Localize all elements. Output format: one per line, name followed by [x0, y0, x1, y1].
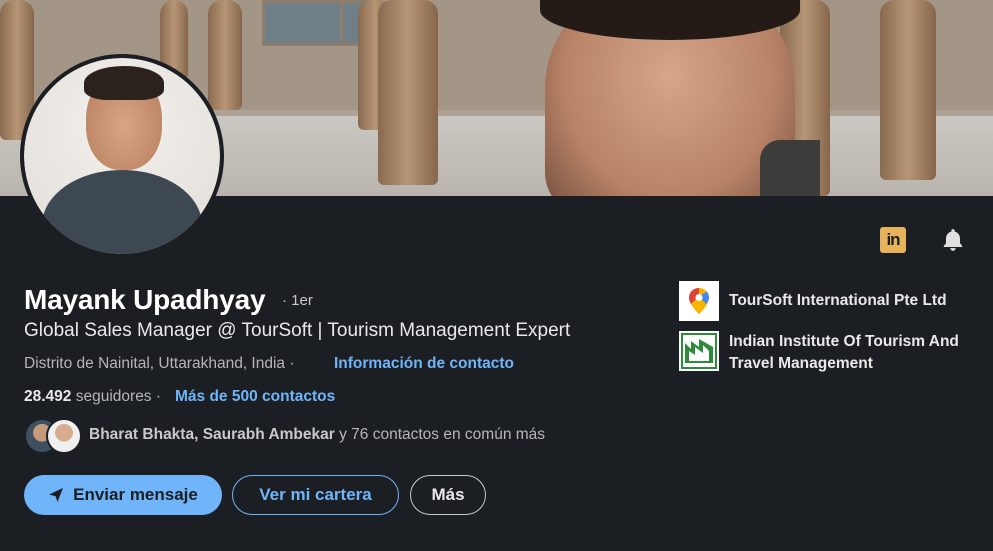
connections-link[interactable]: Más de 500 contactos	[175, 388, 335, 406]
linkedin-badge-icon[interactable]: in	[878, 225, 908, 255]
location-text: Distrito de Nainital, Uttarakhand, India	[24, 355, 286, 372]
iittm-logo-icon	[679, 331, 719, 371]
linkedin-badge-label: in	[880, 227, 906, 253]
bell-icon-svg	[943, 229, 963, 251]
send-icon	[48, 487, 64, 503]
profile-location: Distrito de Nainital, Uttarakhand, India…	[24, 355, 295, 373]
followers-count: 28.492 seguidores ·	[24, 388, 161, 406]
contact-info-link[interactable]: Información de contacto	[334, 355, 514, 373]
cover-pillar	[208, 0, 242, 110]
cover-window	[262, 0, 348, 46]
mutual-connections[interactable]: Bharat Bhakta, Saurabh Ambekar y 76 cont…	[89, 426, 545, 444]
bell-icon[interactable]	[938, 225, 968, 255]
more-button[interactable]: Más	[410, 475, 486, 515]
cover-pillar	[378, 0, 438, 185]
profile-avatar[interactable]	[24, 58, 220, 254]
more-label: Más	[431, 485, 465, 504]
avatar-body	[42, 170, 202, 254]
separator-dot: ·	[155, 388, 162, 405]
company-name: TourSoft International Pte Ltd	[729, 292, 947, 309]
connection-degree: · 1er	[282, 292, 313, 309]
toursoft-logo-icon	[679, 281, 719, 321]
avatar-hair	[84, 66, 164, 100]
avatar-photo	[24, 58, 220, 254]
education-institution[interactable]: Indian Institute Of Tourism And Travel M…	[679, 331, 969, 375]
mutual-suffix: y 76 contactos en común más	[339, 426, 546, 443]
cover-pillar	[880, 0, 936, 180]
current-company[interactable]: TourSoft International Pte Ltd	[679, 281, 969, 321]
followers-label: seguidores	[75, 388, 152, 405]
mutual-names: Bharat Bhakta, Saurabh Ambekar	[89, 426, 335, 443]
followers-number: 28.492	[24, 388, 72, 405]
profile-headline: Global Sales Manager @ TourSoft | Touris…	[24, 320, 571, 341]
cover-pillar	[0, 0, 34, 140]
view-portfolio-button[interactable]: Ver mi cartera	[232, 475, 399, 515]
send-message-label: Enviar mensaje	[73, 485, 198, 504]
mutual-connections-avatars[interactable]	[24, 418, 84, 454]
mutual-avatar	[46, 418, 82, 454]
send-message-button[interactable]: Enviar mensaje	[24, 475, 222, 515]
institution-name: Indian Institute Of Tourism And Travel M…	[729, 333, 959, 372]
profile-name: Mayank Upadhyay	[24, 284, 266, 315]
separator-dot: ·	[289, 355, 295, 372]
view-portfolio-label: Ver mi cartera	[259, 485, 372, 504]
cover-shirt	[760, 140, 820, 196]
